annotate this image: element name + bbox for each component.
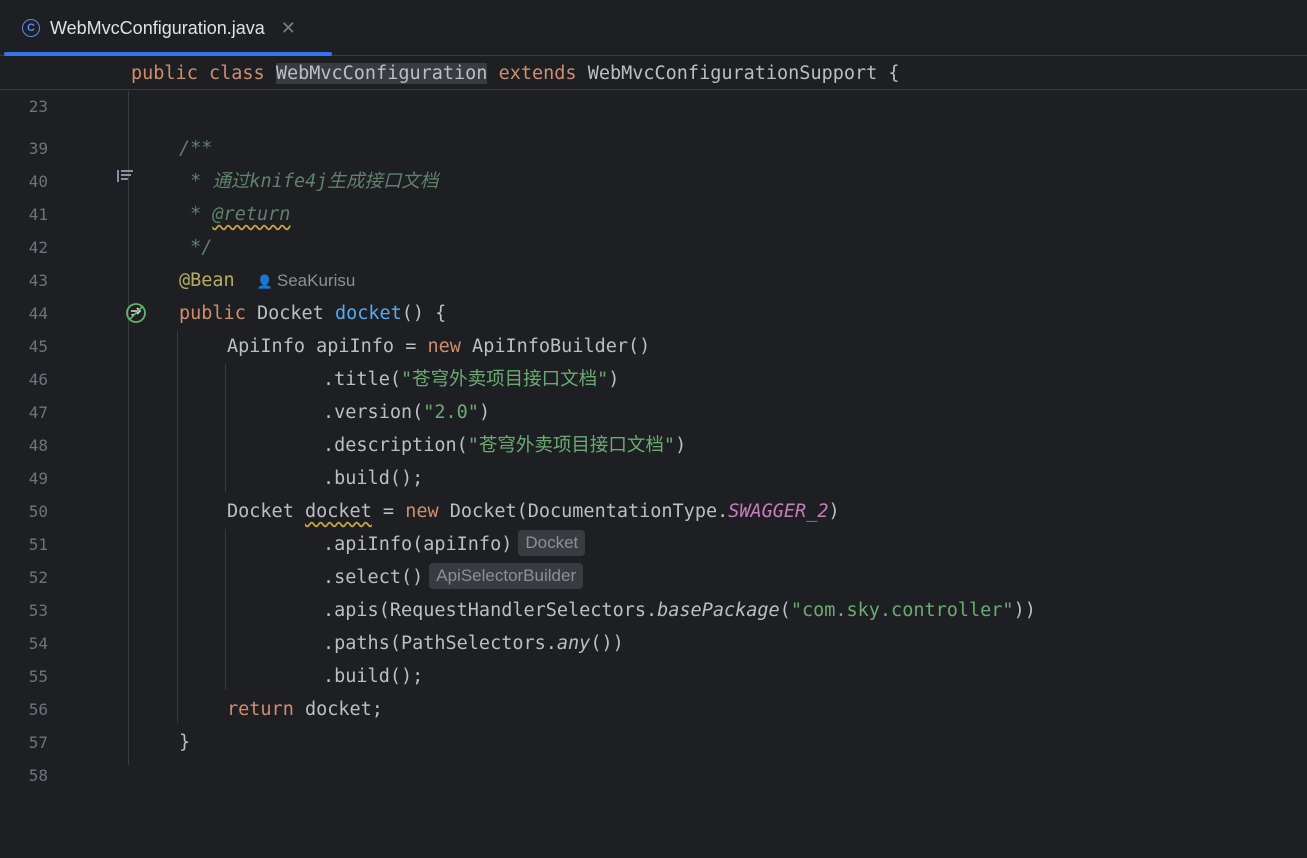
code-line: 43 */ xyxy=(0,231,1307,290)
string-literal: "2.0" xyxy=(423,402,479,423)
code-line: 49 .description("苍穹外卖项目接口文档") xyxy=(0,429,1307,488)
keyword: return xyxy=(227,699,294,720)
spring-bean-gutter-icon[interactable] xyxy=(58,269,146,323)
code-text: .apiInfo(apiInfo) xyxy=(323,534,513,555)
code-line: 58 } xyxy=(0,726,1307,785)
type-name: Docket xyxy=(227,501,305,522)
static-method: basePackage xyxy=(657,600,780,621)
active-tab-indicator xyxy=(4,52,332,56)
code-text: .version( xyxy=(323,402,424,423)
code-text: )) xyxy=(1013,600,1036,621)
code-text: ApiInfoBuilder() xyxy=(460,336,651,357)
code-line: 53 .select() ApiSelectorBuilder xyxy=(0,561,1307,620)
code-text: .apis(RequestHandlerSelectors. xyxy=(323,600,658,621)
code-text: = xyxy=(394,336,428,357)
keyword: public xyxy=(179,303,246,324)
javadoc-tag: @return xyxy=(212,204,291,225)
inlay-type-hint: ApiSelectorBuilder xyxy=(429,563,584,589)
code-text: () { xyxy=(401,303,447,324)
code-line: 50 .build(); xyxy=(0,462,1307,521)
keyword: class xyxy=(208,63,265,84)
code-text: .title( xyxy=(323,369,401,390)
code-line: 55 .paths(PathSelectors.any()) xyxy=(0,627,1307,686)
class-icon: C xyxy=(22,19,40,37)
super-class[interactable]: WebMvcConfigurationSupport xyxy=(588,63,878,84)
javadoc-comment: * 通过knife4j生成接口文档 xyxy=(179,171,439,192)
code-text: .paths(PathSelectors. xyxy=(323,633,557,654)
code-text: .build(); xyxy=(323,666,424,687)
keyword: new xyxy=(427,336,461,357)
type-name: ApiInfo xyxy=(227,336,305,357)
code-text: ( xyxy=(779,600,791,621)
class-name[interactable]: WebMvcConfiguration xyxy=(275,63,488,84)
javadoc-comment: */ xyxy=(179,237,213,258)
code-line: 47 .title("苍穹外卖项目接口文档") xyxy=(0,363,1307,422)
code-line: 44 @Bean 👤 SeaKurisu xyxy=(0,264,1307,323)
code-text: } xyxy=(179,732,191,753)
code-text: ) xyxy=(675,435,687,456)
variable: apiInfo xyxy=(316,336,395,357)
code-line: 54 .apis(RequestHandlerSelectors.basePac… xyxy=(0,594,1307,653)
variable: docket xyxy=(304,501,372,522)
line-number: 58 xyxy=(28,766,48,785)
javadoc-comment: * xyxy=(179,204,213,225)
code-text: = xyxy=(371,501,406,522)
code-line: 23 public class WebMvcConfiguration exte… xyxy=(0,57,1307,116)
code-text: ) xyxy=(828,501,840,522)
code-line: 41 * 通过knife4j生成接口文档 xyxy=(0,165,1307,224)
code-line: 39 xyxy=(0,99,1307,158)
code-line: 48 .version("2.0") xyxy=(0,396,1307,455)
code-text: ) xyxy=(478,402,491,423)
annotation: @Bean xyxy=(179,270,235,291)
inlay-type-hint: Docket xyxy=(518,530,586,556)
keyword: extends xyxy=(498,63,577,84)
code-line: 46 ApiInfo apiInfo = new ApiInfoBuilder(… xyxy=(0,330,1307,389)
tab-webmvcconfiguration[interactable]: C WebMvcConfiguration.java ✕ xyxy=(4,0,332,56)
code-text: ) xyxy=(608,369,620,390)
code-line: 45 public Docket docket() { xyxy=(0,297,1307,356)
tab-title: WebMvcConfiguration.java xyxy=(50,17,265,38)
code-text: .build(); xyxy=(323,468,424,489)
code-text: ()) xyxy=(590,633,624,654)
editor-tab-bar: C WebMvcConfiguration.java ✕ xyxy=(0,0,1307,56)
sticky-scroll-header[interactable]: 23 public class WebMvcConfiguration exte… xyxy=(0,57,1307,116)
method-name[interactable]: docket xyxy=(335,303,402,324)
code-line: 40 /** xyxy=(0,132,1307,191)
code-author-hint[interactable]: 👤 SeaKurisu xyxy=(257,271,356,290)
static-method: any xyxy=(556,633,591,654)
code-line: 56 .build(); xyxy=(0,660,1307,719)
code-text: Docket(DocumentationType. xyxy=(438,501,729,522)
type-name: Docket xyxy=(256,303,324,324)
user-icon: 👤 xyxy=(256,274,273,289)
code-line: 42 * @return xyxy=(0,198,1307,257)
close-icon[interactable]: ✕ xyxy=(281,18,296,39)
code-text: docket; xyxy=(293,699,383,720)
author-name: SeaKurisu xyxy=(276,271,356,290)
javadoc-comment: /** xyxy=(179,138,213,159)
code-line: 51 Docket docket = new Docket(Documentat… xyxy=(0,495,1307,554)
code-text: .select() xyxy=(323,567,424,588)
code-line: 52 .apiInfo(apiInfo) Docket xyxy=(0,528,1307,587)
string-literal: "苍穹外卖项目接口文档" xyxy=(467,435,676,456)
keyword: public xyxy=(131,63,198,84)
code-text: .description( xyxy=(323,435,468,456)
string-literal: "苍穹外卖项目接口文档" xyxy=(400,369,609,390)
code-line: 57 return docket; xyxy=(0,693,1307,752)
static-constant: SWAGGER_2 xyxy=(728,501,829,522)
string-literal: "com.sky.controller" xyxy=(790,600,1014,621)
brace: { xyxy=(877,63,900,84)
keyword: new xyxy=(405,501,439,522)
